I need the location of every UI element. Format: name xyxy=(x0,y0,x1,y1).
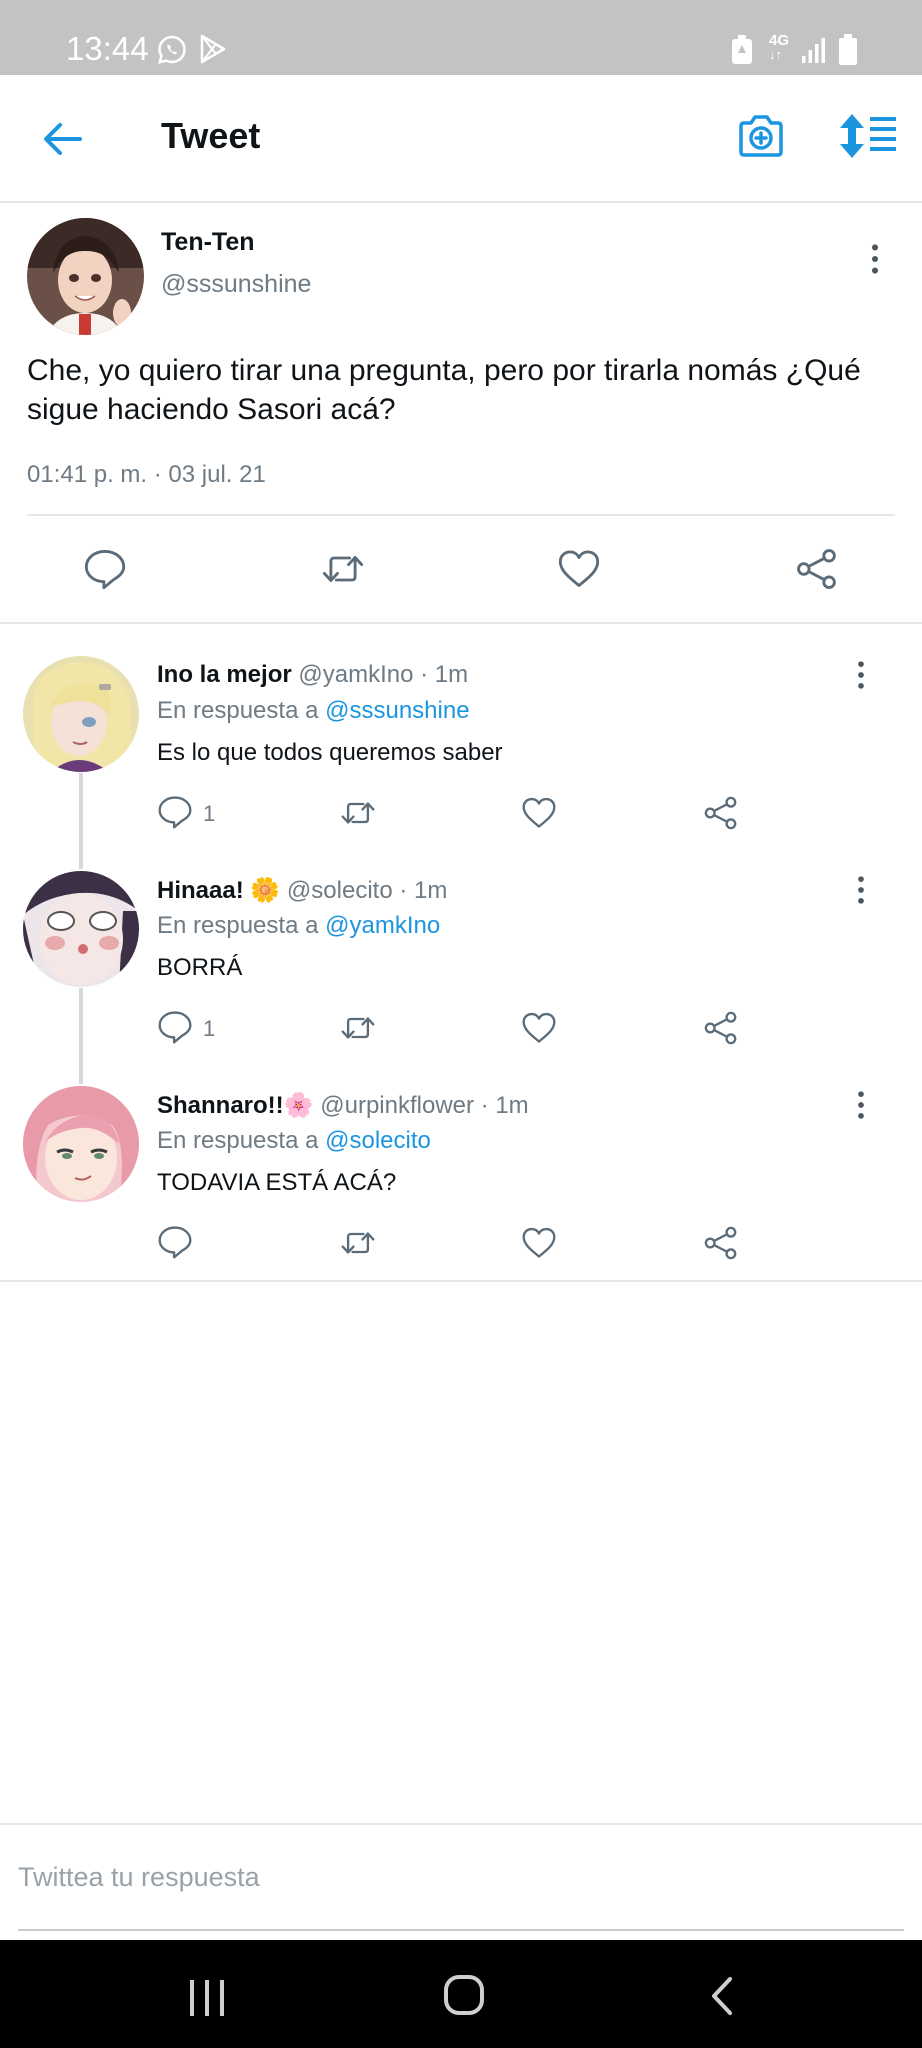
reply-author-name[interactable]: Ino la mejor xyxy=(157,661,292,688)
reply-author-name[interactable]: Shannaro!!🌸 xyxy=(157,1092,314,1119)
replying-to-link[interactable]: @solecito xyxy=(325,1127,431,1154)
replying-to-link[interactable]: @sssunshine xyxy=(325,697,469,724)
reply-author-name[interactable]: Hinaaa! 🌼 xyxy=(157,877,280,904)
reply-header: Hinaaa! 🌼 @solecito · 1m xyxy=(157,876,447,905)
reply-count: 1 xyxy=(203,801,216,826)
more-options-icon[interactable] xyxy=(855,875,867,905)
reply-icon[interactable] xyxy=(157,794,193,830)
reply-handle-time: @yamkIno · 1m xyxy=(298,661,469,688)
whatsapp-icon xyxy=(156,34,188,66)
avatar[interactable] xyxy=(23,1086,139,1202)
reply-handle-time: @urpinkflower · 1m xyxy=(320,1092,529,1119)
more-options-icon[interactable] xyxy=(869,243,881,275)
share-icon[interactable] xyxy=(703,794,739,832)
reply-icon[interactable] xyxy=(83,547,127,591)
play-store-icon xyxy=(199,34,227,64)
avatar[interactable] xyxy=(23,871,139,987)
back-arrow-icon[interactable] xyxy=(42,119,84,159)
status-bar: 13:44 4G ↓↑ xyxy=(0,0,922,75)
home-icon[interactable] xyxy=(443,1974,485,2016)
reply-icon[interactable] xyxy=(157,1009,193,1045)
reply-header: Ino la mejor @yamkIno · 1m xyxy=(157,661,468,689)
share-icon[interactable] xyxy=(703,1009,739,1047)
reply-text: Es lo que todos queremos saber xyxy=(157,739,503,766)
reply-text: TODAVIA ESTÁ ACÁ? xyxy=(157,1169,397,1196)
reply-handle-time: @solecito · 1m xyxy=(286,877,448,904)
tweet-text: Che, yo quiero tirar una pregunta, pero … xyxy=(27,354,861,426)
reply-icon[interactable] xyxy=(157,1224,193,1260)
battery-icon xyxy=(838,34,858,66)
divider xyxy=(0,1823,922,1825)
like-heart-icon[interactable] xyxy=(521,795,557,831)
share-icon[interactable] xyxy=(703,1224,739,1262)
divider xyxy=(27,514,895,516)
replying-to: En respuesta a @yamkIno xyxy=(157,912,441,939)
sort-replies-icon[interactable] xyxy=(838,112,898,160)
divider xyxy=(0,1280,922,1282)
page-title: Tweet xyxy=(161,115,261,156)
retweet-icon[interactable] xyxy=(318,547,368,591)
reply-text: BORRÁ xyxy=(157,954,243,981)
reply-count: 1 xyxy=(203,1016,216,1041)
replying-to-link[interactable]: @yamkIno xyxy=(325,912,440,939)
system-nav-bar xyxy=(0,1940,922,2048)
author-name[interactable]: Ten-Ten xyxy=(161,228,255,257)
like-heart-icon[interactable] xyxy=(557,547,601,591)
status-time: 13:44 xyxy=(66,30,149,67)
replying-to: En respuesta a @solecito xyxy=(157,1127,431,1154)
input-underline xyxy=(18,1929,904,1931)
app-header: Tweet xyxy=(0,75,922,203)
camera-add-icon[interactable] xyxy=(737,113,785,159)
share-icon[interactable] xyxy=(795,546,839,592)
divider xyxy=(0,622,922,624)
retweet-icon[interactable] xyxy=(337,1225,379,1261)
more-options-icon[interactable] xyxy=(855,660,867,690)
avatar[interactable] xyxy=(27,218,144,335)
like-heart-icon[interactable] xyxy=(521,1010,557,1046)
replying-to: En respuesta a @sssunshine xyxy=(157,697,470,724)
battery-saver-icon xyxy=(731,35,753,65)
recent-apps-icon[interactable] xyxy=(188,1978,226,2018)
thread-line xyxy=(79,773,83,869)
retweet-icon[interactable] xyxy=(337,1010,379,1046)
reply-compose-input[interactable] xyxy=(18,1860,898,1894)
more-options-icon[interactable] xyxy=(855,1090,867,1120)
signal-icon xyxy=(801,36,827,64)
retweet-icon[interactable] xyxy=(337,795,379,831)
tweet-timestamp: 01:41 p. m. · 03 jul. 21 xyxy=(27,461,266,488)
thread-line xyxy=(79,988,83,1084)
reply-header: Shannaro!!🌸 @urpinkflower · 1m xyxy=(157,1091,529,1120)
avatar[interactable] xyxy=(23,656,139,772)
author-handle[interactable]: @sssunshine xyxy=(161,270,311,299)
network-type-indicator: 4G ↓↑ xyxy=(769,32,790,62)
like-heart-icon[interactable] xyxy=(521,1225,557,1261)
back-icon[interactable] xyxy=(708,1976,736,2016)
